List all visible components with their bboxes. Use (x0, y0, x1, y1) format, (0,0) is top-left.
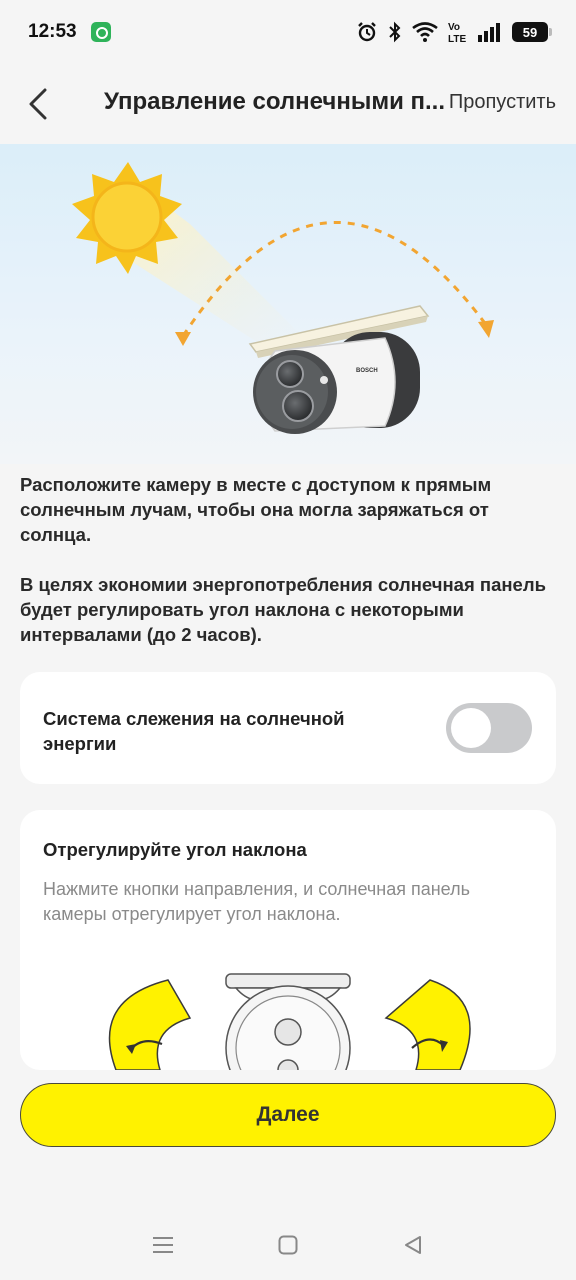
back-button[interactable] (18, 82, 58, 126)
battery-level: 59 (522, 24, 538, 40)
system-nav-bar (0, 1210, 576, 1280)
menu-icon (152, 1237, 173, 1253)
description: Расположите камеру в месте с доступом к … (20, 472, 560, 647)
svg-text:LTE: LTE (448, 34, 466, 43)
status-icons: Vo LTE 59 (356, 21, 552, 43)
nav-back-button[interactable] (393, 1225, 433, 1265)
arc-arrow-right (478, 320, 494, 338)
header: Управление солнечными п... Пропустить (0, 64, 576, 144)
solar-tracking-card: Система слежения на солнечной энергии (20, 672, 556, 784)
wifi-icon (412, 22, 438, 42)
hero-illustration: BOSCH (0, 144, 576, 464)
next-button[interactable]: Далее (20, 1083, 556, 1147)
status-bar: 12:53 Vo LTE 59 (0, 0, 576, 64)
toggle-knob (451, 708, 491, 748)
solar-camera-illustration: BOSCH (72, 162, 494, 434)
nav-menu-button[interactable] (143, 1225, 183, 1265)
description-paragraph-1: Расположите камеру в месте с доступом к … (20, 474, 492, 545)
camera-front-icon (225, 973, 351, 1070)
status-time: 12:53 (28, 21, 77, 42)
skip-button[interactable]: Пропустить (448, 91, 556, 114)
nav-home-button[interactable] (268, 1225, 308, 1265)
signal-icon (478, 23, 500, 42)
angle-adjust-controls (20, 960, 556, 1070)
arc-arrow-left (175, 332, 191, 346)
description-paragraph-2: В целях экономии энергопотребления солне… (20, 574, 546, 645)
notification-app-icon (90, 22, 111, 42)
tilt-left-button[interactable] (108, 979, 192, 1070)
home-icon (278, 1235, 298, 1255)
back-icon (405, 1236, 422, 1254)
solar-tracking-label: Система слежения на солнечной энергии (43, 708, 345, 754)
battery-icon: 59 (512, 22, 552, 42)
solar-tracking-toggle[interactable] (446, 703, 532, 753)
angle-adjust-description: Нажмите кнопки направления, и солнечная … (43, 879, 470, 924)
svg-text:Vo: Vo (448, 22, 460, 33)
volte-icon: Vo LTE (448, 22, 466, 43)
alarm-icon (358, 22, 376, 42)
tilt-right-button[interactable] (384, 979, 471, 1070)
page-title: Управление солнечными п... (104, 88, 446, 115)
angle-adjust-title: Отрегулируйте угол наклона (43, 839, 307, 860)
bluetooth-icon (389, 21, 401, 43)
back-arrow-icon (29, 88, 47, 120)
angle-adjust-card: Отрегулируйте угол наклона Нажмите кнопк… (20, 810, 556, 1070)
camera-brand-label: BOSCH (356, 368, 378, 374)
